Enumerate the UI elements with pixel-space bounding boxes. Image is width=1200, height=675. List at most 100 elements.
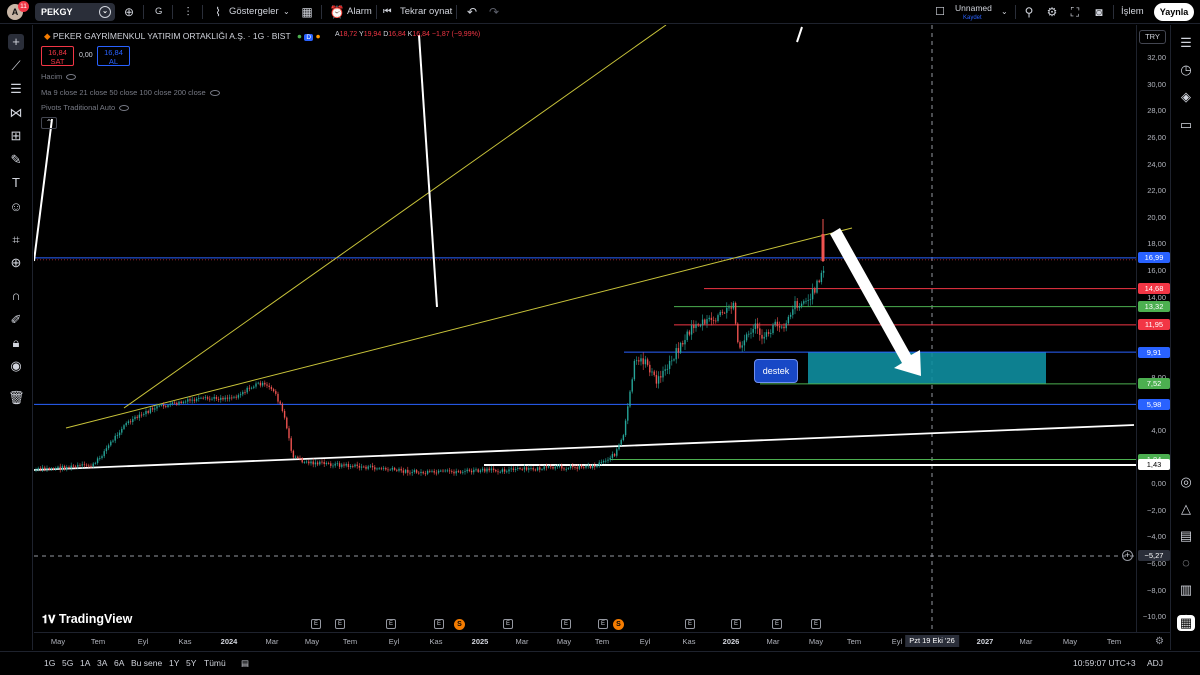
settings-gear-icon[interactable]: ⚙ — [1044, 4, 1060, 20]
symbol-search[interactable]: PEKGY ⌄ — [35, 3, 115, 21]
ruler-icon[interactable]: ⌗ — [8, 232, 24, 248]
indicators-icon[interactable]: ⌇ — [210, 4, 226, 20]
earnings-event-marker[interactable]: E — [434, 619, 444, 629]
indicator-volume[interactable]: Hacim — [41, 72, 77, 81]
range-button[interactable]: 5Y — [186, 658, 196, 668]
candle-body — [715, 320, 717, 322]
collapse-legend-button[interactable]: ⌃ — [41, 117, 57, 129]
currency-selector[interactable]: TRY — [1139, 30, 1166, 44]
quick-search-icon[interactable]: ⚲ — [1021, 4, 1037, 20]
trash-icon[interactable]: 🗑︎ — [8, 390, 25, 406]
axis-settings-gear-icon[interactable]: ⚙ — [1155, 636, 1164, 647]
templates-icon[interactable]: ▦ — [299, 4, 315, 20]
alarm-clock-icon[interactable]: ⏰ — [329, 4, 345, 20]
range-button[interactable]: Tümü — [204, 658, 226, 668]
compare-add-icon[interactable]: ⊕ — [121, 4, 137, 20]
undo-icon[interactable]: ↶ — [464, 4, 480, 20]
redo-icon[interactable]: ↷ — [486, 4, 502, 20]
chevron-down-icon[interactable]: ⌄ — [283, 0, 290, 24]
camera-icon[interactable]: ◙ — [1091, 4, 1107, 20]
dividend-event-marker[interactable]: S — [613, 619, 624, 630]
indicator-pivots[interactable]: Pivots Traditional Auto — [41, 103, 130, 112]
range-button[interactable]: 1G — [44, 658, 55, 668]
earnings-event-marker[interactable]: E — [772, 619, 782, 629]
target-icon[interactable]: ◎ — [1177, 474, 1195, 490]
fullscreen-icon[interactable]: ⛶ — [1067, 4, 1083, 20]
candle-body — [796, 301, 798, 308]
candle-body — [105, 448, 108, 452]
fib-icon[interactable]: ☰ — [8, 81, 24, 97]
emoji-icon[interactable]: ☺ — [8, 199, 24, 215]
earnings-event-marker[interactable]: E — [503, 619, 513, 629]
chevron-down-icon[interactable]: ⌄ — [1001, 0, 1008, 24]
candle-body — [400, 468, 402, 471]
interval-button[interactable]: G — [155, 0, 162, 24]
chat-icon[interactable]: ▭ — [1177, 117, 1195, 133]
range-button[interactable]: 3A — [97, 658, 107, 668]
ideas-icon[interactable]: △ — [1177, 501, 1195, 517]
layers-icon[interactable]: ◈ — [1177, 89, 1195, 105]
time-axis[interactable]: ⚙ May Tem Eyl Kas 2024 Mar May Tem Eyl Kas 2025 Mar… — [34, 632, 1170, 650]
dividend-event-marker[interactable]: S — [454, 619, 465, 630]
trade-button[interactable]: İşlem — [1121, 0, 1144, 24]
watchlist-icon[interactable]: ☰ — [1177, 35, 1195, 51]
forecast-icon[interactable]: ⊞ — [8, 128, 24, 144]
earnings-event-marker[interactable]: E — [561, 619, 571, 629]
publish-button[interactable]: Yaynla — [1154, 3, 1194, 21]
news-icon[interactable]: ▥ — [1177, 582, 1195, 598]
layout-icon[interactable]: ☐ — [932, 4, 948, 20]
sell-button[interactable]: 16,84 SAT — [41, 46, 74, 66]
text-icon[interactable]: T — [8, 175, 24, 191]
price-tick: 20,00 — [1147, 212, 1166, 222]
range-button[interactable]: 5G — [62, 658, 73, 668]
indicator-ma[interactable]: Ma 9 close 21 close 50 close 100 close 2… — [41, 88, 220, 97]
zoom-in-icon[interactable]: ⊕ — [8, 255, 24, 271]
earnings-event-marker[interactable]: E — [811, 619, 821, 629]
range-button[interactable]: 1Y — [169, 658, 179, 668]
replay-icon[interactable]: ⏮ — [383, 0, 392, 24]
buy-button[interactable]: 16,84 AL — [97, 46, 130, 66]
eye-icon[interactable] — [209, 90, 220, 97]
clock[interactable]: 10:59:07 UTC+3 — [1073, 658, 1136, 668]
divider — [202, 5, 203, 19]
range-button[interactable]: Bu sene — [131, 658, 162, 668]
streams-icon[interactable]: ◌ — [1177, 555, 1195, 571]
indicators-button[interactable]: Göstergeler — [229, 0, 279, 24]
price-level-label: 11,95 — [1138, 319, 1170, 331]
eye-icon[interactable]: ◉ — [8, 358, 24, 374]
trendline-icon[interactable]: ⟋ — [8, 58, 24, 74]
earnings-event-marker[interactable]: E — [685, 619, 695, 629]
brush-icon[interactable]: ✎ — [8, 152, 24, 168]
eye-icon[interactable] — [66, 74, 77, 81]
crosshair-icon[interactable]: + — [8, 34, 24, 50]
earnings-event-marker[interactable]: E — [731, 619, 741, 629]
eye-icon[interactable] — [119, 105, 130, 112]
candle-body — [591, 465, 594, 468]
earnings-event-marker[interactable]: E — [386, 619, 396, 629]
annotation-callout[interactable]: destek — [754, 359, 798, 383]
alerts-clock-icon[interactable]: ◷ — [1177, 62, 1195, 78]
alarm-button[interactable]: Alarm — [347, 0, 372, 24]
candles-icon[interactable]: ⫶ — [180, 4, 196, 20]
price-axis[interactable]: 32,00 30,00 28,00 26,00 24,00 22,00 20,00 18,00… — [1136, 25, 1170, 632]
symbol-legend-title[interactable]: ◆ PEKER GAYRİMENKUL YATIRIM ORTAKLIĞI A.… — [44, 31, 321, 42]
range-button[interactable]: 6A — [114, 658, 124, 668]
lock-icon[interactable]: 🔒︎ — [8, 335, 24, 351]
earnings-event-marker[interactable]: E — [598, 619, 608, 629]
layout-name[interactable]: Unnamed Kaydet — [955, 3, 992, 23]
replay-button[interactable]: Tekrar oynat — [400, 0, 452, 24]
drawing-mode-icon[interactable]: ✐ — [8, 312, 24, 328]
apps-grid-icon[interactable]: ▦ — [1177, 615, 1195, 631]
magnet-icon[interactable]: ∩ — [8, 288, 24, 304]
date-range-icon[interactable]: ▤ — [241, 658, 249, 669]
add-alert-plus-icon[interactable]: + — [1122, 550, 1133, 561]
calendar-icon[interactable]: ▤ — [1177, 528, 1195, 544]
time-tick: 2026 — [722, 637, 740, 646]
adjust-button[interactable]: ADJ — [1147, 658, 1163, 668]
earnings-event-marker[interactable]: E — [311, 619, 321, 629]
earnings-event-marker[interactable]: E — [335, 619, 345, 629]
candle-body — [741, 345, 743, 348]
range-button[interactable]: 1A — [80, 658, 90, 668]
chart-pane[interactable] — [34, 25, 1136, 632]
pattern-icon[interactable]: ⋈ — [8, 105, 24, 121]
